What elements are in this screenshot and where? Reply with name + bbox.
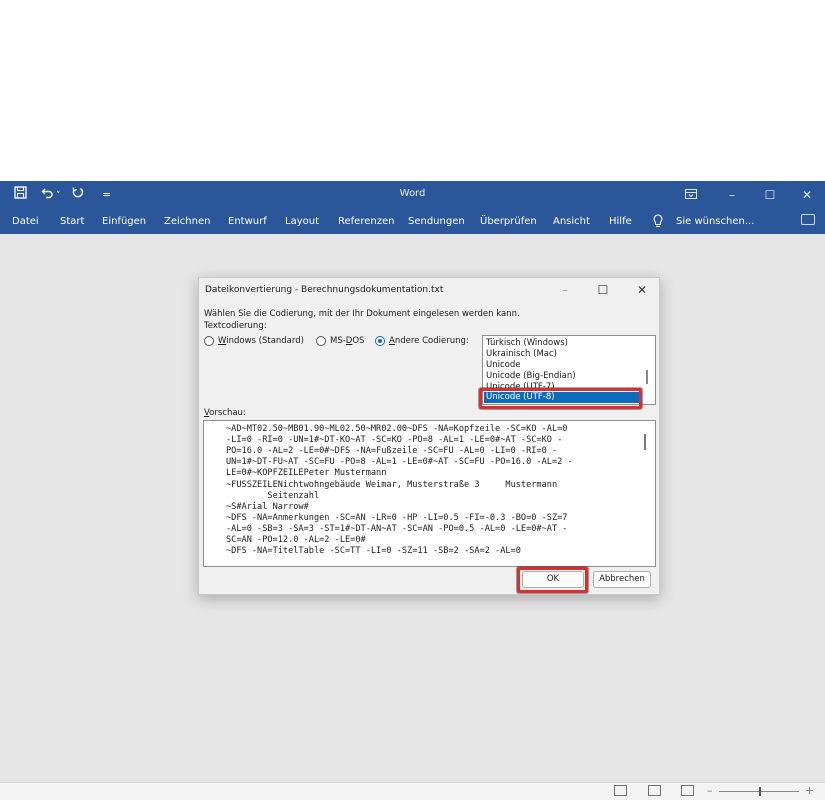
tab-start[interactable]: Start [60, 216, 84, 227]
ribbon-tabs: Datei Start Einfügen Zeichnen Entwurf La… [0, 209, 825, 234]
highlight-frame-ok [517, 567, 588, 593]
radio-circle-selected [375, 336, 385, 346]
tab-datei[interactable]: Datei [12, 216, 39, 227]
preview-line: ~S#Arial Narrow# [226, 502, 309, 512]
close-button[interactable]: ✕ [789, 184, 825, 206]
tab-referenzen[interactable]: Referenzen [338, 216, 394, 227]
list-item[interactable]: Türkisch (Windows) [486, 338, 568, 348]
encoding-label: Textcodierung: [204, 321, 267, 331]
highlight-frame-encoding [479, 388, 642, 409]
preview-line: UN=1#~DT-FU~AT -SC=FU -PO=8 -AL=1 -LE=0#… [226, 457, 573, 467]
file-conversion-dialog: Dateikonvertierung - Berechnungsdokument… [198, 277, 660, 595]
listbox-scrollbar[interactable] [646, 370, 648, 384]
radio-ms-dos[interactable]: MS-DOS [316, 335, 371, 347]
preview-line: LE=0#~KOPFZEILEPeter Mustermann [226, 468, 387, 478]
tab-hilfe[interactable]: Hilfe [609, 216, 632, 227]
preview-line: SC=AN -PO=12.0 -AL=2 -LE=0# [226, 535, 366, 545]
preview-line: ~DFS -NA=Anmerkungen -SC=AN -LR=0 -HP -L… [226, 513, 568, 523]
maximize-button[interactable]: ☐ [752, 184, 788, 206]
tab-einfuegen[interactable]: Einfügen [102, 216, 146, 227]
dialog-close-button[interactable]: ✕ [629, 280, 655, 300]
list-item[interactable]: Unicode [486, 360, 520, 370]
dialog-minimize-button: – [562, 283, 568, 297]
tab-zeichnen[interactable]: Zeichnen [164, 216, 210, 227]
ribbon-display-options-icon[interactable] [673, 184, 709, 206]
title-bar: ˅ = Word – ☐ ✕ [0, 181, 825, 209]
preview-line: Seitenzahl [226, 491, 320, 501]
radio-circle [316, 336, 326, 346]
list-item[interactable]: Ukrainisch (Mac) [486, 349, 557, 359]
dialog-instruction: Wählen Sie die Codierung, mit der Ihr Do… [204, 309, 520, 319]
zoom-out-button[interactable]: – [707, 784, 713, 797]
tab-ueberpruefen[interactable]: Überprüfen [480, 216, 537, 227]
preview-line: PO=16.0 -AL=2 -LE=0#~DFS -NA=Fußzeile -S… [226, 446, 558, 456]
radio-other-encoding[interactable]: Andere Codierung: [375, 335, 473, 347]
minimize-button[interactable]: – [714, 184, 750, 206]
radio-windows-standard[interactable]: Windows (Standard) [204, 335, 304, 347]
web-layout-icon[interactable] [681, 785, 694, 796]
preview-textbox[interactable]: ~AD~MT02.50~MB01.90~ML02.50~MR02.00~DFS … [203, 420, 656, 567]
preview-label: Vorschau: [204, 408, 246, 418]
preview-line: -LI=0 -RI=0 -UN=1#~DT-KO~AT -SC=KO -PO=8… [226, 435, 563, 445]
radio-circle [204, 336, 214, 346]
tab-entwurf[interactable]: Entwurf [228, 216, 267, 227]
preview-line: ~AD~MT02.50~MB01.90~ML02.50~MR02.00~DFS … [226, 424, 568, 434]
zoom-in-button[interactable]: + [805, 784, 814, 797]
preview-line: ~FUSSZEILENichtwohngebäude Weimar, Muste… [226, 480, 558, 490]
preview-scrollbar[interactable] [644, 434, 646, 450]
comments-icon[interactable] [801, 214, 815, 225]
preview-line: -AL=0 -SB=3 -SA=3 -ST=1#~DT-AN~AT -SC=AN… [226, 524, 568, 534]
read-mode-icon[interactable] [614, 785, 627, 796]
dialog-title: Dateikonvertierung - Berechnungsdokument… [205, 285, 444, 295]
tab-layout[interactable]: Layout [285, 216, 319, 227]
tab-sendungen[interactable]: Sendungen [408, 216, 465, 227]
cancel-button[interactable]: Abbrechen [593, 571, 651, 588]
preview-line: ~DFS -NA=TitelTable -SC=TT -LI=0 -SZ=11 … [226, 546, 521, 556]
tab-ansicht[interactable]: Ansicht [553, 216, 590, 227]
tell-me-search[interactable]: Sie wünschen... [676, 216, 754, 227]
zoom-slider-thumb[interactable] [759, 787, 761, 796]
lightbulb-icon[interactable] [653, 214, 663, 231]
status-bar: – + [0, 782, 825, 800]
dialog-maximize-button[interactable]: ☐ [590, 280, 616, 300]
print-layout-icon[interactable] [648, 785, 661, 796]
list-item[interactable]: Unicode (Big-Endian) [486, 371, 576, 381]
